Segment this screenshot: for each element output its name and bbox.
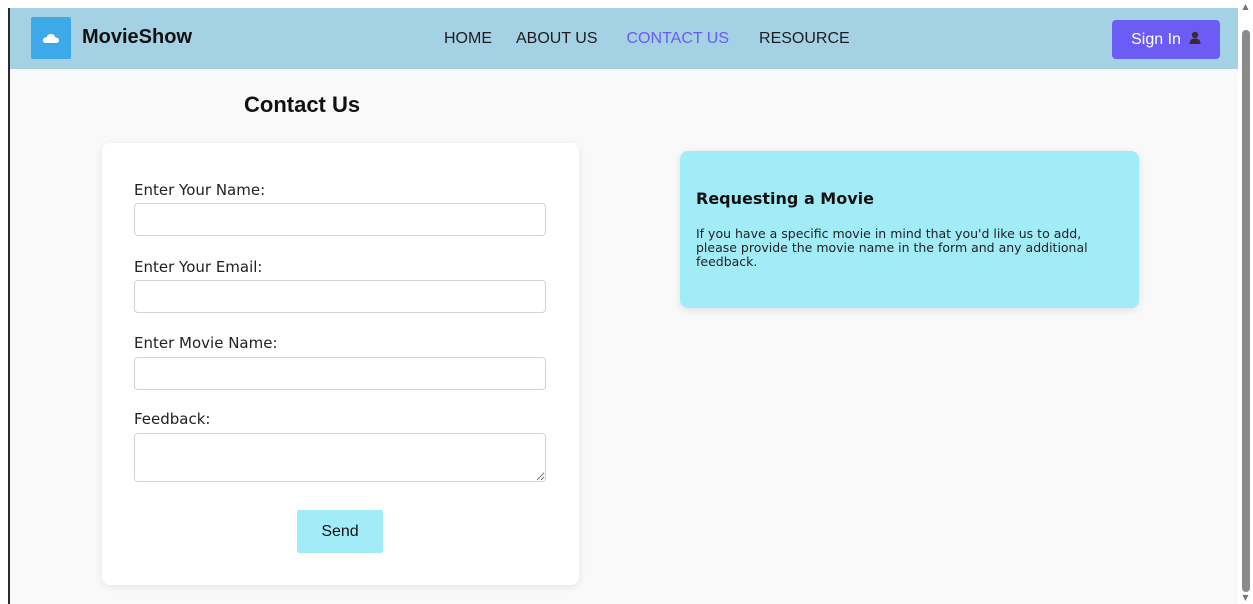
nav-resource[interactable]: RESOURCE <box>759 30 850 48</box>
email-label: Enter Your Email: <box>134 258 263 276</box>
navbar: MovieShow HOME ABOUT US CONTACT US RESOU… <box>10 8 1238 69</box>
cloud-icon <box>42 29 60 48</box>
vertical-scrollbar[interactable]: ▲ ▼ <box>1238 0 1253 604</box>
brand-name[interactable]: MovieShow <box>82 26 192 49</box>
page-viewport: MovieShow HOME ABOUT US CONTACT US RESOU… <box>10 8 1238 604</box>
nav-about-us[interactable]: ABOUT US <box>516 30 598 48</box>
feedback-label: Feedback: <box>134 410 211 428</box>
page-title: Contact Us <box>244 92 361 117</box>
feedback-textarea[interactable] <box>134 433 546 482</box>
sign-in-label: Sign In <box>1131 30 1181 48</box>
scroll-down-arrow-icon[interactable]: ▼ <box>1241 593 1250 602</box>
info-card: Requesting a Movie If you have a specifi… <box>680 151 1139 308</box>
contact-form: Enter Your Name: Enter Your Email: Enter… <box>102 143 579 585</box>
main-nav: HOME ABOUT US CONTACT US RESOURCE <box>444 30 850 48</box>
name-input[interactable] <box>134 203 546 236</box>
sign-in-button[interactable]: Sign In <box>1112 20 1220 59</box>
movie-name-label: Enter Movie Name: <box>134 334 278 352</box>
window-left-edge <box>0 0 10 604</box>
info-title: Requesting a Movie <box>696 189 874 208</box>
info-text: If you have a specific movie in mind tha… <box>696 226 1088 269</box>
name-label: Enter Your Name: <box>134 181 266 199</box>
nav-home[interactable]: HOME <box>444 30 492 48</box>
movie-name-input[interactable] <box>134 357 546 390</box>
scroll-up-arrow-icon[interactable]: ▲ <box>1241 2 1250 11</box>
scrollbar-thumb[interactable] <box>1242 30 1250 592</box>
nav-contact-us[interactable]: CONTACT US <box>627 30 730 48</box>
user-icon <box>1189 31 1201 49</box>
send-button[interactable]: Send <box>297 510 383 553</box>
logo[interactable] <box>31 17 71 59</box>
email-input[interactable] <box>134 280 546 313</box>
